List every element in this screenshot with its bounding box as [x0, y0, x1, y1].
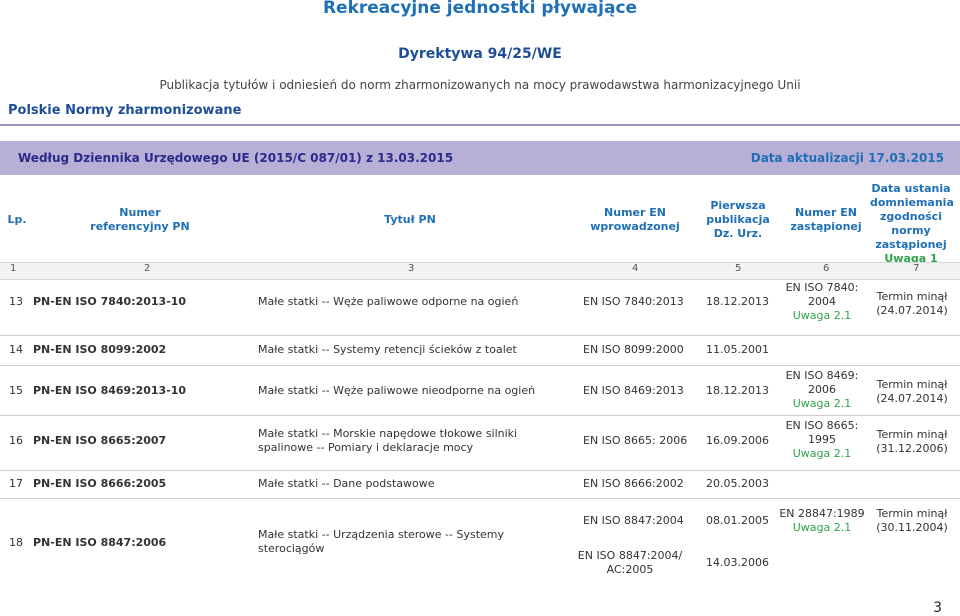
row-15-replaced-number: EN ISO 8469: — [785, 369, 859, 382]
row-17-lp: 17 — [9, 477, 23, 490]
row-18-replaced-note: Uwaga 2.1 — [792, 521, 852, 534]
row-15-replaced-note: Uwaga 2.1 — [792, 397, 852, 410]
row-15-replaced-year: 2006 — [808, 383, 836, 396]
row-18-title: Małe statki -- Urządzenia sterowe -- Sys… — [258, 528, 504, 556]
row-16-expiry-date: (31.12.2006) — [876, 442, 948, 455]
row-18-en-2: EN ISO 8847:2004/ AC:2005 — [570, 549, 690, 577]
row-13-expiry-date: (24.07.2014) — [876, 304, 948, 317]
col-number-3: 3 — [408, 263, 415, 274]
row-13-expiry-label: Termin minął — [876, 290, 948, 303]
row-14-title: Małe statki -- Systemy retencji ścieków … — [258, 343, 517, 356]
row-14-pn: PN-EN ISO 8099:2002 — [33, 343, 167, 356]
row-18-expiry: Termin minął (30.11.2004) — [868, 507, 956, 535]
page-number: 3 — [933, 600, 942, 616]
header-numer-en-wprowadzonej: Numer EN wprowadzonej — [590, 206, 680, 233]
row-separator — [0, 415, 960, 416]
row-18-date-1: 08.01.2005 — [706, 514, 769, 527]
col-number-5: 5 — [735, 263, 742, 274]
row-13-replaced-note: Uwaga 2.1 — [792, 309, 852, 322]
row-13-date: 18.12.2013 — [706, 295, 769, 308]
row-16-replaced-number: EN ISO 8665: — [785, 419, 859, 432]
row-18-title-line1: Małe statki -- Urządzenia sterowe -- Sys… — [258, 528, 505, 541]
header-pierwsza-publikacja: Pierwsza publikacja Dz. Urz. — [706, 199, 770, 240]
row-15-en: EN ISO 8469:2013 — [583, 384, 684, 397]
row-17-en: EN ISO 8666:2002 — [583, 477, 684, 490]
col-number-2: 2 — [144, 263, 151, 274]
row-13-replaced-number: EN ISO 7840: — [785, 281, 859, 294]
row-14-date: 11.05.2001 — [706, 343, 769, 356]
row-16-en: EN ISO 8665: 2006 — [583, 434, 688, 447]
row-16-expiry-label: Termin minął — [876, 428, 948, 441]
col-number-4: 4 — [632, 263, 639, 274]
col-number-1: 1 — [10, 263, 17, 274]
row-16-pn: PN-EN ISO 8665:2007 — [33, 434, 167, 447]
row-16-replaced-year: 1995 — [808, 433, 836, 446]
row-13-pn: PN-EN ISO 7840:2013-10 — [33, 295, 187, 308]
header-data-ustania: Data ustania domniemania zgodności normy… — [870, 182, 954, 266]
header-lp: Lp. — [7, 213, 27, 226]
banner-update-date: Data aktualizacji 17.03.2015 — [750, 151, 944, 165]
row-18-en-2-line2: AC:2005 — [606, 563, 654, 576]
row-13-replaced-year: 2004 — [808, 295, 836, 308]
row-16-title-line2: spalinowe -- Pomiary i deklaracje mocy — [258, 441, 474, 454]
row-13-replaced: EN ISO 7840: 2004 Uwaga 2.1 — [776, 281, 868, 323]
row-18-en-1: EN ISO 8847:2004 — [583, 514, 684, 527]
header-numer-en-zastapionej: Numer EN zastąpionej — [790, 206, 862, 233]
row-15-title: Małe statki -- Węże paliwowe nieodporne … — [258, 384, 536, 397]
header-data-ustania-text: Data ustania domniemania zgodności normy… — [870, 182, 954, 251]
row-18-expiry-label: Termin minął — [876, 507, 948, 520]
row-13-en: EN ISO 7840:2013 — [583, 295, 684, 308]
row-13-title: Małe statki -- Węże paliwowe odporne na … — [258, 295, 519, 308]
row-16-lp: 16 — [9, 434, 23, 447]
row-15-expiry-date: (24.07.2014) — [876, 392, 948, 405]
row-15-date: 18.12.2013 — [706, 384, 769, 397]
publication-subtitle: Publikacja tytułów i odniesień do norm z… — [159, 78, 801, 92]
header-numer-ref: Numer referencyjny PN — [90, 206, 190, 233]
row-18-lp: 18 — [9, 536, 23, 549]
row-separator — [0, 470, 960, 471]
row-18-replaced-number: EN 28847:1989 — [779, 507, 865, 520]
row-17-title: Małe statki -- Dane podstawowe — [258, 477, 435, 490]
row-separator — [0, 365, 960, 366]
row-16-title: Małe statki -- Morskie napędowe tłokowe … — [258, 427, 517, 455]
row-15-expiry-label: Termin minął — [876, 378, 948, 391]
page-title: Rekreacyjne jednostki pływające — [322, 0, 638, 18]
row-14-en: EN ISO 8099:2000 — [583, 343, 684, 356]
row-18-replaced: EN 28847:1989 Uwaga 2.1 — [776, 507, 868, 535]
row-17-date: 20.05.2003 — [706, 477, 769, 490]
section-label: Polskie Normy zharmonizowane — [8, 103, 242, 118]
row-17-pn: PN-EN ISO 8666:2005 — [33, 477, 167, 490]
row-15-pn: PN-EN ISO 8469:2013-10 — [33, 384, 187, 397]
row-18-title-line2: sterociągów — [258, 542, 325, 555]
row-16-replaced: EN ISO 8665: 1995 Uwaga 2.1 — [776, 419, 868, 461]
row-18-expiry-date: (30.11.2004) — [876, 521, 948, 534]
row-15-lp: 15 — [9, 384, 23, 397]
row-16-replaced-note: Uwaga 2.1 — [792, 447, 852, 460]
col-number-6: 6 — [823, 263, 830, 274]
row-16-expiry: Termin minął (31.12.2006) — [868, 428, 956, 456]
row-18-pn: PN-EN ISO 8847:2006 — [33, 536, 167, 549]
directive-title: Dyrektywa 94/25/WE — [398, 46, 562, 62]
col-number-7: 7 — [913, 263, 920, 274]
row-18-en-2-line1: EN ISO 8847:2004/ — [577, 549, 683, 562]
row-14-lp: 14 — [9, 343, 23, 356]
row-15-expiry: Termin minął (24.07.2014) — [868, 378, 956, 406]
row-13-expiry: Termin minął (24.07.2014) — [868, 290, 956, 318]
banner-journal-ref: Według Dziennika Urzędowego UE (2015/C 0… — [18, 151, 454, 165]
row-15-replaced: EN ISO 8469: 2006 Uwaga 2.1 — [776, 369, 868, 411]
row-16-title-line1: Małe statki -- Morskie napędowe tłokowe … — [258, 427, 518, 440]
row-16-date: 16.09.2006 — [706, 434, 769, 447]
row-13-lp: 13 — [9, 295, 23, 308]
header-tytul: Tytuł PN — [384, 213, 436, 226]
row-separator — [0, 335, 960, 336]
row-18-date-2: 14.03.2006 — [706, 556, 769, 569]
row-separator — [0, 498, 960, 499]
section-divider — [0, 124, 960, 126]
